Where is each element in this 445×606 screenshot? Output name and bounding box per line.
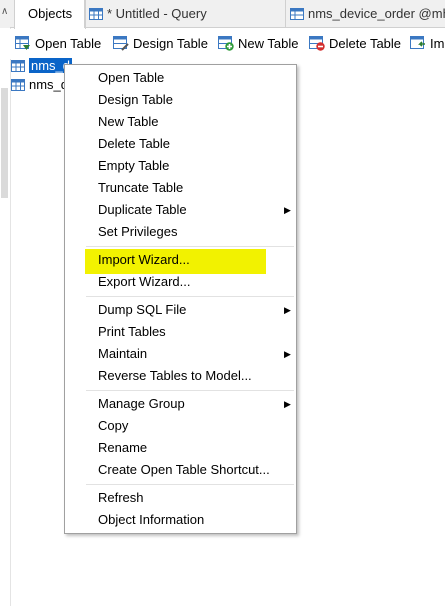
submenu-arrow-icon: ▶ — [284, 349, 291, 359]
new-table-icon — [218, 36, 234, 51]
tab-table[interactable]: nms_device_order @mhs — [285, 0, 445, 28]
menu-item-create-shortcut[interactable]: Create Open Table Shortcut... — [98, 460, 270, 480]
menu-item-set-privileges[interactable]: Set Privileges — [98, 222, 177, 242]
menu-item-print-tables[interactable]: Print Tables — [98, 322, 166, 342]
tab-table-label: nms_device_order @mhs — [308, 6, 445, 21]
open-table-button[interactable]: Open Table — [15, 35, 101, 53]
menu-separator — [86, 246, 294, 247]
import-table-icon — [410, 36, 425, 49]
open-table-label: Open Table — [35, 36, 102, 51]
menu-separator — [86, 484, 294, 485]
table-icon — [11, 60, 25, 72]
menu-item-import-wizard[interactable]: Import Wizard... — [98, 250, 190, 270]
collapse-arrow-icon[interactable]: ∧ — [1, 6, 8, 17]
design-table-icon — [113, 36, 129, 51]
design-table-label: Design Table — [133, 36, 208, 51]
delete-table-button[interactable]: Delete Table — [309, 35, 401, 53]
tab-objects[interactable]: Objects — [14, 0, 87, 29]
table-row[interactable]: nms_d — [11, 76, 68, 94]
tab-bar: Objects * Untitled - Query nms_device_or… — [10, 0, 445, 29]
import-label: Im — [430, 36, 445, 51]
menu-item-manage-group[interactable]: Manage Group ▶ — [98, 394, 291, 414]
menu-item-export-wizard[interactable]: Export Wizard... — [98, 272, 190, 292]
menu-item-truncate-table[interactable]: Truncate Table — [98, 178, 183, 198]
menu-item-rename[interactable]: Rename — [98, 438, 147, 458]
menu-separator — [86, 390, 294, 391]
tab-query[interactable]: * Untitled - Query — [84, 0, 284, 28]
menu-item-empty-table[interactable]: Empty Table — [98, 156, 169, 176]
left-scrollbar[interactable] — [0, 28, 11, 606]
table-row[interactable]: nms_d — [11, 57, 73, 75]
new-table-button[interactable]: New Table — [218, 35, 298, 53]
design-table-button[interactable]: Design Table — [113, 35, 208, 53]
delete-table-icon — [309, 36, 325, 51]
menu-item-refresh[interactable]: Refresh — [98, 488, 144, 508]
tab-objects-label: Objects — [28, 6, 73, 21]
menu-item-object-information[interactable]: Object Information — [98, 510, 204, 530]
table-tab-icon — [290, 8, 304, 20]
menu-item-new-table[interactable]: New Table — [98, 112, 158, 132]
toolbar: Open Table Design Table New Table Delete… — [10, 29, 445, 59]
submenu-arrow-icon: ▶ — [284, 399, 291, 409]
menu-item-copy[interactable]: Copy — [98, 416, 128, 436]
menu-item-dump-sql-file[interactable]: Dump SQL File ▶ — [98, 300, 291, 320]
table-name: nms_d — [29, 77, 69, 92]
open-table-icon — [15, 36, 30, 50]
import-wizard-button[interactable]: Im — [410, 35, 444, 53]
query-tab-icon — [89, 8, 103, 20]
scrollbar-thumb[interactable] — [1, 88, 8, 198]
new-table-label: New Table — [238, 36, 299, 51]
context-menu: Open Table Design Table New Table Delete… — [64, 64, 297, 534]
submenu-arrow-icon: ▶ — [284, 205, 291, 215]
submenu-arrow-icon: ▶ — [284, 305, 291, 315]
menu-item-design-table[interactable]: Design Table — [98, 90, 173, 110]
menu-item-duplicate-table[interactable]: Duplicate Table ▶ — [98, 200, 291, 220]
menu-item-delete-table[interactable]: Delete Table — [98, 134, 170, 154]
menu-item-open-table[interactable]: Open Table — [98, 68, 164, 88]
tab-query-label: * Untitled - Query — [107, 6, 207, 21]
menu-item-reverse-tables[interactable]: Reverse Tables to Model... — [98, 366, 252, 386]
table-icon — [11, 79, 25, 91]
delete-table-label: Delete Table — [329, 36, 402, 51]
menu-item-maintain[interactable]: Maintain ▶ — [98, 344, 291, 364]
menu-separator — [86, 296, 294, 297]
